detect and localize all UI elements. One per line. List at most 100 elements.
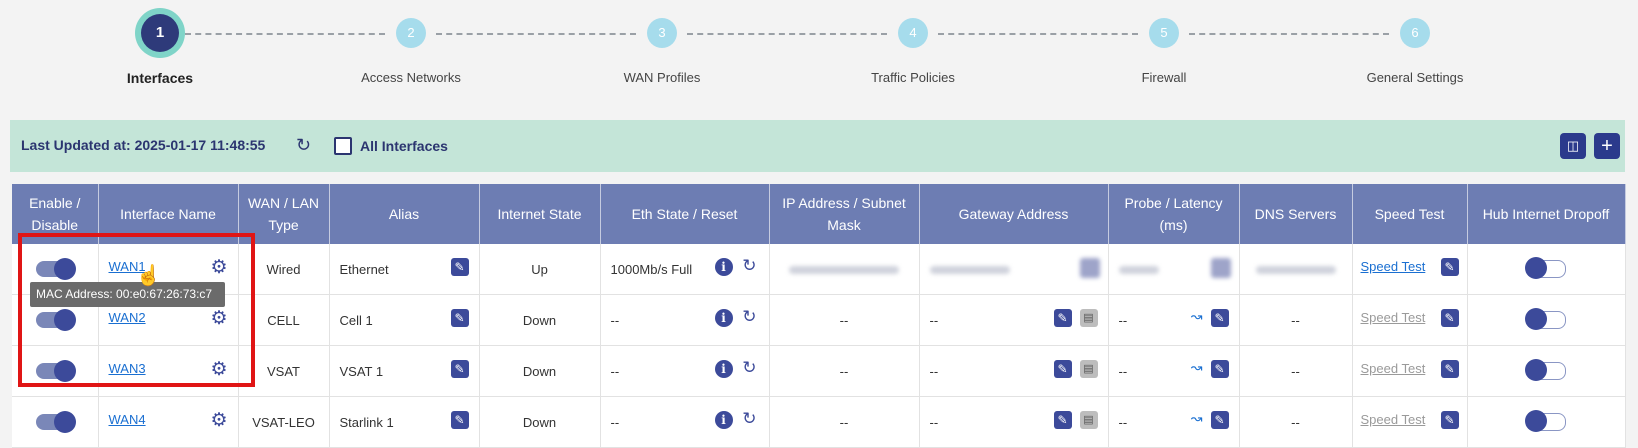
step-general-settings[interactable]: 6 General Settings [1315,18,1515,85]
reset-icon[interactable]: ↻ [742,409,756,429]
step-firewall[interactable]: 5 Firewall [1064,18,1264,85]
probe-blurred [1118,266,1159,275]
edit-icon[interactable]: ✎ [1440,258,1459,276]
speed-test-cell: Speed Test ✎ [1352,294,1468,346]
hub-dropoff-toggle[interactable] [1525,410,1566,432]
probe-cell [1108,244,1240,295]
step-wan-profiles[interactable]: 3 WAN Profiles [562,18,762,85]
gateway-text: -- [929,312,939,328]
speed-test-cell: Speed Test ✎ [1352,345,1468,397]
edit-icon[interactable]: ✎ [1053,411,1072,429]
gateway-cell [919,244,1109,295]
gateway-blurred [929,266,1010,275]
alias-cell: Starlink 1 ✎ [329,396,480,448]
hub-dropoff-toggle[interactable] [1525,257,1566,279]
header-alias: Alias [329,184,480,244]
edit-icon[interactable]: ✎ [1440,360,1459,378]
type-cell: VSAT-LEO [238,396,330,448]
alias-text: Cell 1 [339,312,373,328]
toggle-knob [1525,410,1547,432]
info-icon[interactable]: i [714,258,733,276]
message-icon[interactable]: ▤ [1079,309,1098,327]
gateway-cell: -- ✎ ▤ [919,345,1109,397]
step-number: 2 [396,18,426,48]
toggle-knob [53,411,76,434]
all-interfaces-checkbox[interactable]: All Interfaces [334,137,448,155]
probe-cell: -- ↝ ✎ [1108,294,1240,346]
speed-test-link[interactable]: Speed Test [1361,310,1426,325]
toggle-knob [1525,308,1547,330]
enable-toggle[interactable] [35,411,76,434]
info-icon[interactable]: i [714,309,733,327]
alias-text: VSAT 1 [339,363,384,379]
probe-cell: -- ↝ ✎ [1108,396,1240,448]
alias-cell: VSAT 1 ✎ [329,345,480,397]
speed-test-link[interactable]: Speed Test [1361,361,1426,376]
step-interfaces[interactable]: 1 Interfaces [60,14,260,86]
step-label: WAN Profiles [623,70,701,85]
hub-dropoff-toggle[interactable] [1525,359,1566,381]
plus-icon[interactable]: + [1594,133,1620,159]
edit-icon[interactable]: ✎ [1053,360,1072,378]
step-access-networks[interactable]: 2 Access Networks [311,18,511,85]
step-number: 6 [1400,18,1430,48]
refresh-icon[interactable]: ↻ [296,135,311,156]
edit-icon[interactable]: ✎ [450,360,469,378]
latency-chart-icon[interactable]: ↝ [1191,410,1203,427]
latency-chart-icon[interactable]: ↝ [1191,359,1203,376]
eth-state-cell: -- i ↻ [600,345,770,397]
header-speed-test: Speed Test [1352,184,1468,244]
edit-icon[interactable]: ✎ [450,411,469,429]
gateway-cell: -- ✎ ▤ [919,294,1109,346]
probe-text: -- [1118,363,1128,379]
edit-icon[interactable]: ✎ [1440,309,1459,327]
speed-test-link[interactable]: Speed Test [1361,259,1426,274]
eth-state-cell: 1000Mb/s Full i ↻ [600,244,770,295]
latency-chart-icon[interactable]: ↝ [1191,308,1203,325]
reset-icon[interactable]: ↻ [742,256,756,276]
message-icon[interactable]: ▤ [1079,411,1098,429]
header-dns: DNS Servers [1239,184,1353,244]
last-updated-text: Last Updated at: 2025-01-17 11:48:55 [21,137,266,153]
eth-state-cell: -- i ↻ [600,396,770,448]
interface-link[interactable]: WAN4 [109,412,146,427]
speed-test-link[interactable]: Speed Test [1361,412,1426,427]
speed-test-cell: Speed Test ✎ [1352,396,1468,448]
checkbox-box[interactable] [334,137,352,155]
hub-dropoff-cell [1467,294,1626,346]
header-probe: Probe / Latency (ms) [1108,184,1240,244]
interfaces-toolbar: Last Updated at: 2025-01-17 11:48:55 ↻ A… [10,120,1625,172]
alias-text: Ethernet [339,261,389,277]
hub-dropoff-cell [1467,396,1626,448]
message-icon[interactable]: ▤ [1079,360,1098,378]
edit-icon[interactable]: ✎ [1210,309,1229,327]
step-number: 1 [141,14,179,52]
internet-state-cell: Down [479,294,601,346]
reset-icon[interactable]: ↻ [742,307,756,327]
hub-dropoff-toggle[interactable] [1525,308,1566,330]
edit-icon[interactable]: ✎ [1053,309,1072,327]
ip-cell: -- [769,294,920,346]
ip-cell: -- [769,345,920,397]
step-label: Firewall [1141,70,1187,85]
folder-icon[interactable]: ◫ [1560,133,1586,159]
edit-icon[interactable]: ✎ [1210,360,1229,378]
ip-cell [769,244,920,295]
header-gateway: Gateway Address [919,184,1109,244]
eth-state-cell: -- i ↻ [600,294,770,346]
dns-cell [1239,244,1353,295]
edit-icon[interactable]: ✎ [450,309,469,327]
enable-cell [12,396,99,448]
toggle-knob [1525,359,1547,381]
reset-icon[interactable]: ↻ [742,358,756,378]
edit-icon[interactable]: ✎ [1210,411,1229,429]
edit-icon[interactable]: ✎ [450,258,469,276]
eth-state-text: -- [610,312,620,328]
step-traffic-policies[interactable]: 4 Traffic Policies [813,18,1013,85]
edit-icon[interactable]: ✎ [1440,411,1459,429]
internet-state-cell: Down [479,345,601,397]
info-icon[interactable]: i [714,360,733,378]
gear-icon[interactable]: ⚙ [210,409,227,432]
info-icon[interactable]: i [714,411,733,429]
eth-state-text: -- [610,363,620,379]
